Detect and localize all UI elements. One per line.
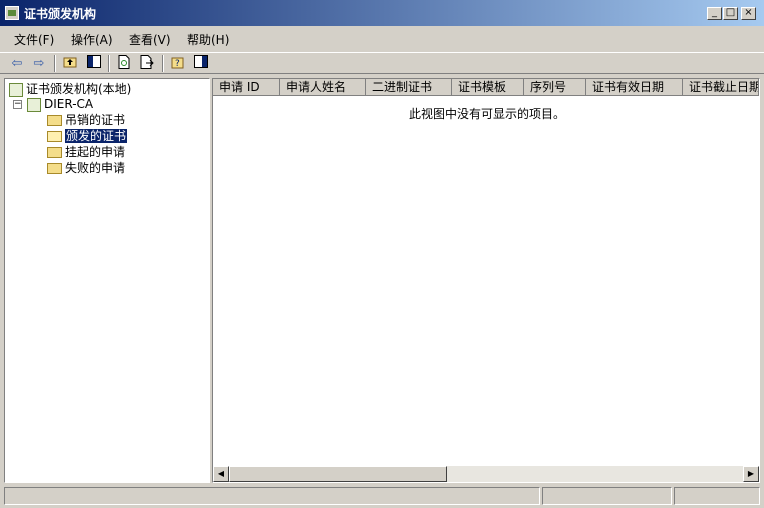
tree-item-label: 吊销的证书 [65,113,126,127]
column-header[interactable]: 证书截止日期 [683,79,759,96]
show-hide-console-tree-icon[interactable] [85,55,103,72]
toolbar-separator [108,55,110,72]
status-bar [0,486,764,506]
tree-item-failed-requests[interactable]: 失败的申请 [47,160,125,176]
status-panel [4,487,540,505]
tree-item-label: 失败的申请 [65,161,126,175]
certificate-authority-icon [9,82,23,97]
back-arrow-icon[interactable]: ⇦ [8,55,26,72]
collapse-icon[interactable]: − [13,100,22,109]
menu-action[interactable]: 操作(A) [71,31,113,48]
column-header[interactable]: 申请 ID [213,79,280,96]
menu-file[interactable]: 文件(F) [14,31,54,48]
title-bar: 证书颁发机构 _ □ × [0,0,764,26]
show-hide-action-pane-icon[interactable] [192,55,210,72]
toolbar: ⇦ ⇨ ? [0,52,764,74]
folder-open-icon [47,131,62,142]
close-button[interactable]: × [741,7,756,20]
menu-bar: 文件(F) 操作(A) 查看(V) 帮助(H) [0,28,764,50]
status-panel [674,487,760,505]
toolbar-separator [162,55,164,72]
certificate-authority-icon [5,6,19,20]
folder-icon [47,147,62,158]
maximize-button[interactable]: □ [723,7,738,20]
svg-text:?: ? [175,59,180,69]
horizontal-scrollbar[interactable]: ◀ ▶ [213,466,759,482]
folder-icon [47,115,62,126]
forward-arrow-icon[interactable]: ⇨ [30,55,48,72]
scroll-right-icon[interactable]: ▶ [743,466,759,482]
toolbar-separator [54,55,56,72]
export-list-icon[interactable] [138,55,156,72]
empty-list-message: 此视图中没有可显示的项目。 [408,107,565,121]
tree-ca-node[interactable]: DIER-CA [27,96,93,112]
tree-item-revoked-certificates[interactable]: 吊销的证书 [47,112,125,128]
refresh-icon[interactable] [115,55,133,72]
column-header[interactable]: 序列号 [524,79,586,96]
tree-ca-label: DIER-CA [44,97,94,111]
tree-root[interactable]: 证书颁发机构(本地) [9,81,131,97]
menu-help[interactable]: 帮助(H) [187,31,229,48]
status-panel [542,487,672,505]
folder-icon [47,163,62,174]
tree-root-label: 证书颁发机构(本地) [26,82,132,96]
column-header[interactable]: 证书有效日期 [586,79,683,96]
minimize-button[interactable]: _ [707,7,722,20]
result-list[interactable]: 申请 ID 申请人姓名 二进制证书 证书模板 序列号 证书有效日期 证书截止日期… [212,78,760,483]
column-header[interactable]: 申请人姓名 [280,79,366,96]
scrollbar-thumb[interactable] [229,466,447,482]
console-tree[interactable]: 证书颁发机构(本地) − DIER-CA 吊销的证书 颁发的证书 挂起的申请 失… [4,78,210,483]
scroll-left-icon[interactable]: ◀ [213,466,229,482]
help-icon[interactable]: ? [169,55,187,72]
column-header[interactable]: 证书模板 [452,79,524,96]
column-header[interactable]: 二进制证书 [366,79,452,96]
tree-item-label: 颁发的证书 [65,129,128,143]
menu-view[interactable]: 查看(V) [129,31,171,48]
ca-server-icon [27,97,41,112]
tree-item-issued-certificates[interactable]: 颁发的证书 [47,128,128,144]
tree-item-pending-requests[interactable]: 挂起的申请 [47,144,125,160]
window-title: 证书颁发机构 [24,7,97,21]
up-level-icon[interactable] [61,55,79,72]
tree-item-label: 挂起的申请 [65,145,126,159]
